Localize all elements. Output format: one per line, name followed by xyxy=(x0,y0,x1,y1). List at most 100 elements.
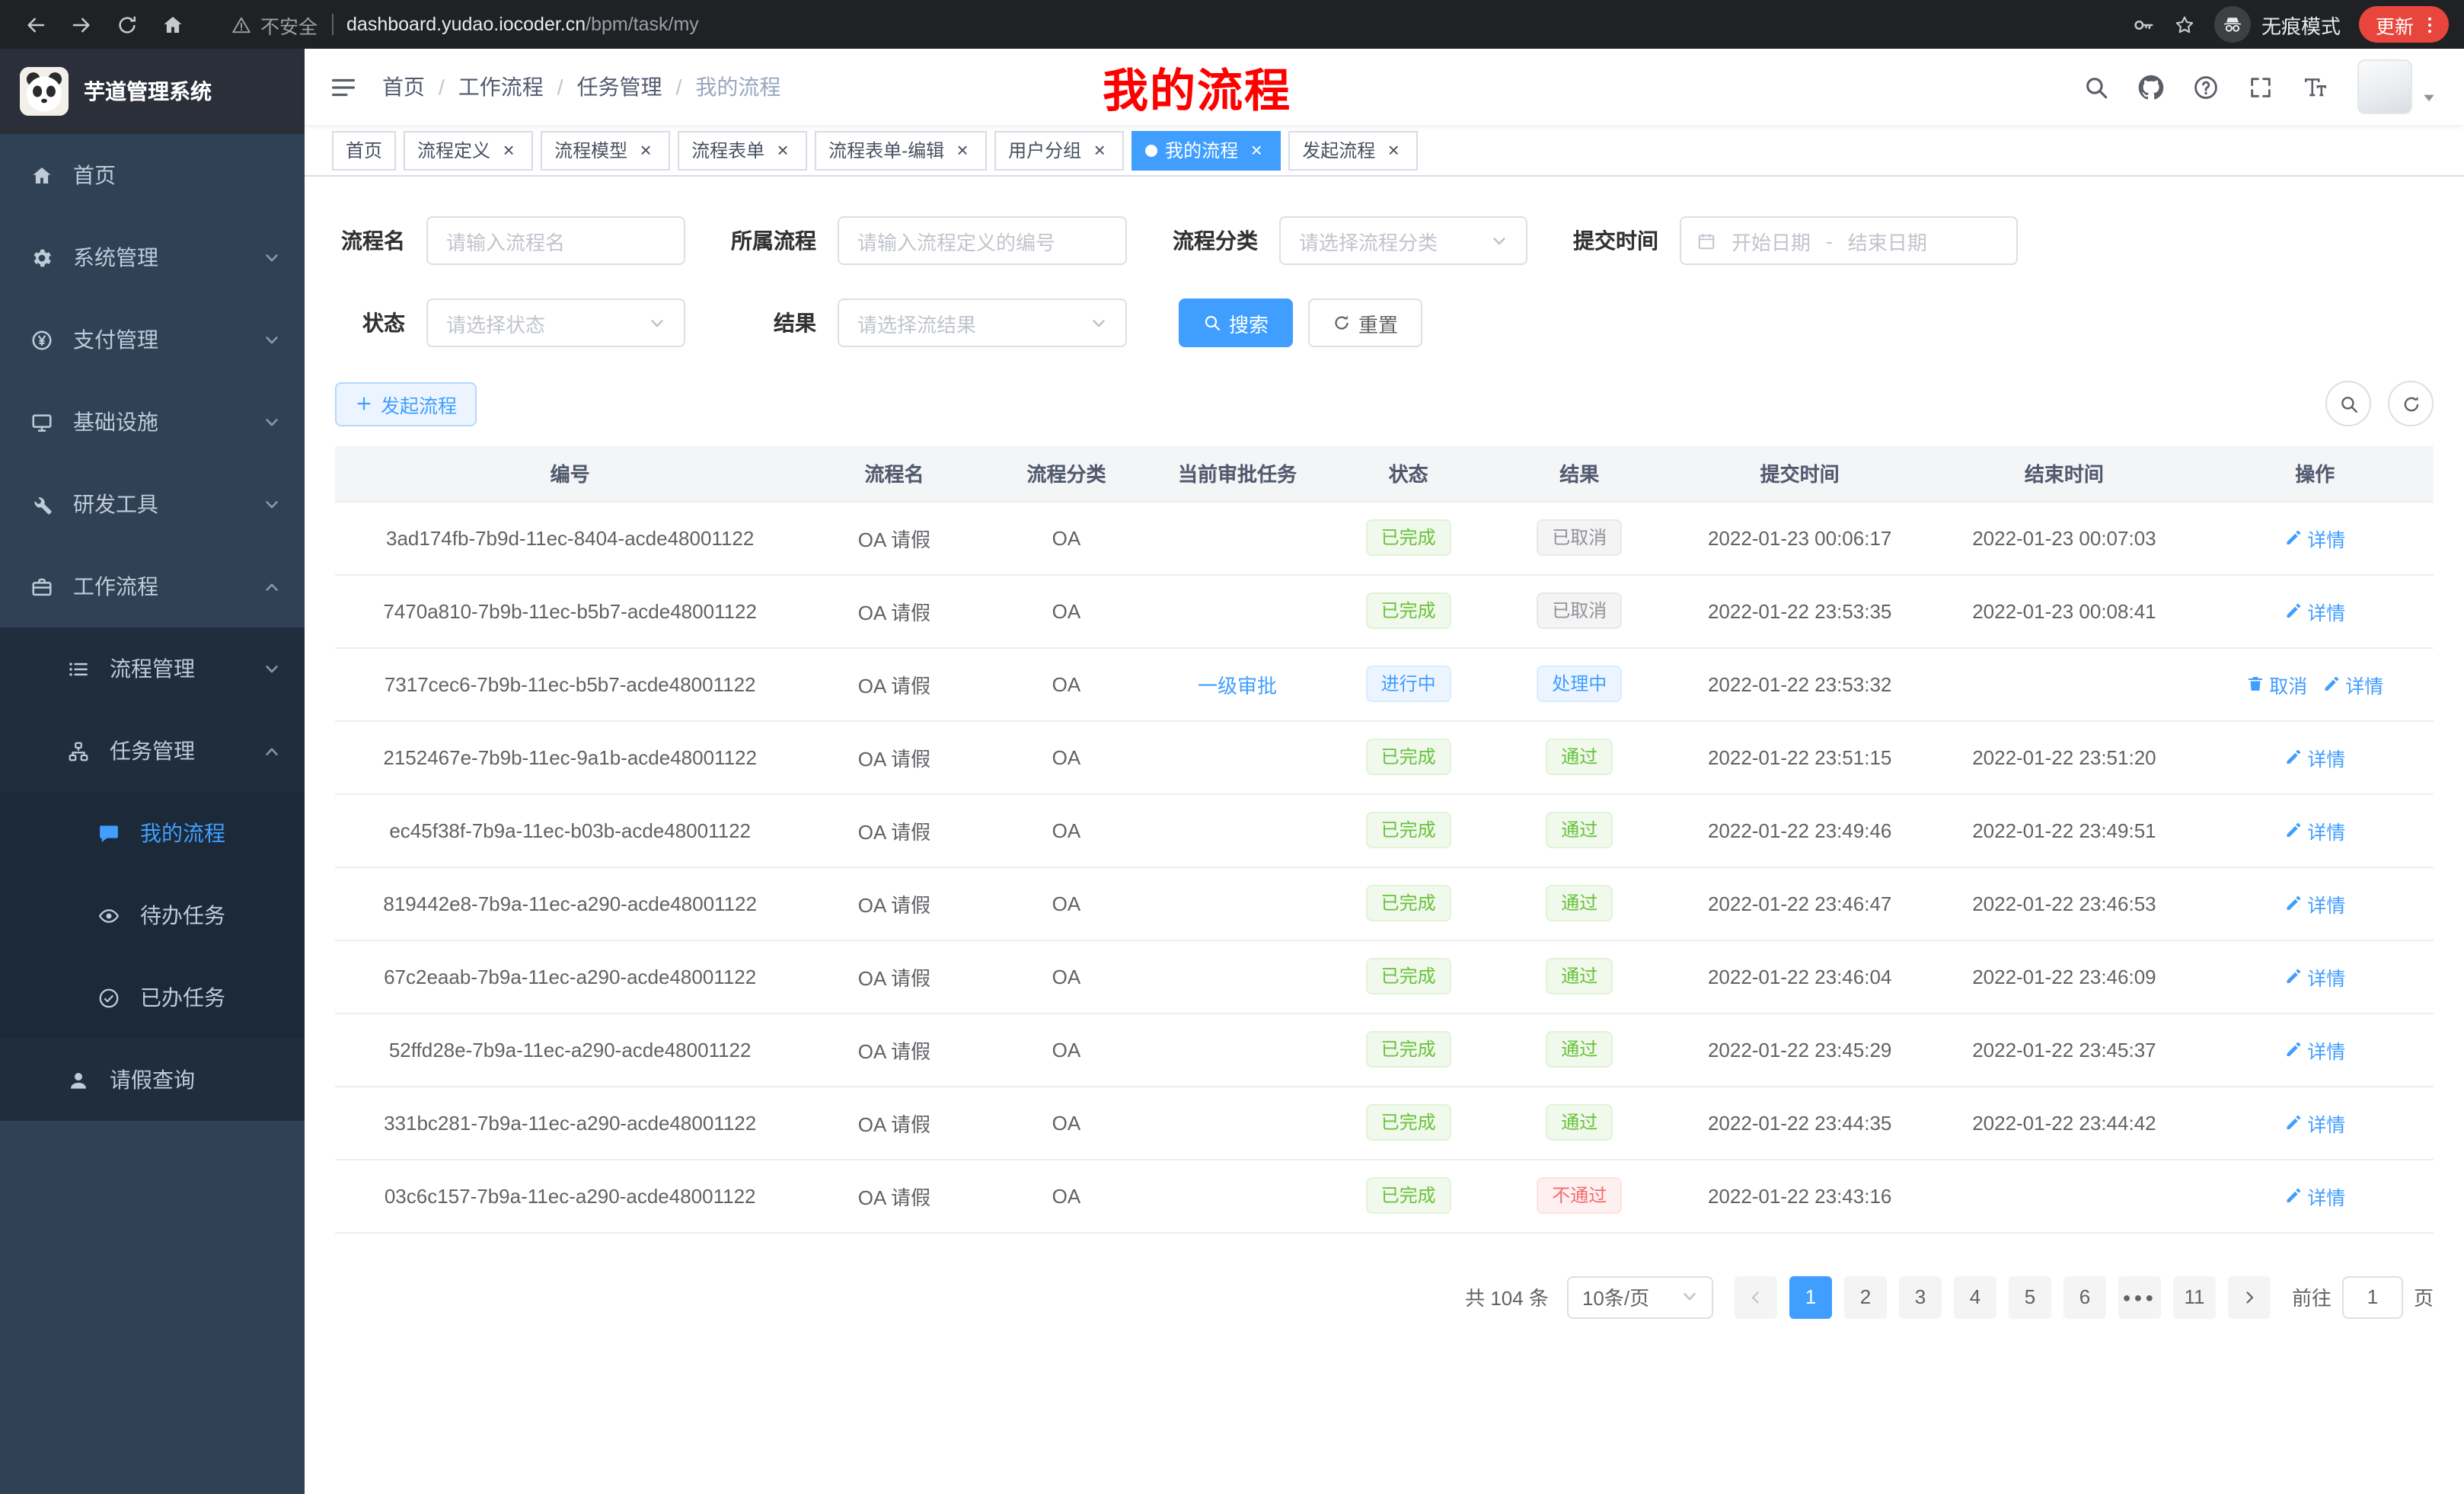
tab-close-icon[interactable]: × xyxy=(1246,139,1267,161)
goto-page-input[interactable] xyxy=(2342,1275,2403,1318)
next-page-button[interactable] xyxy=(2228,1275,2271,1318)
page-button-11[interactable]: 11 xyxy=(2173,1275,2216,1318)
tab-5[interactable]: 用户分组 × xyxy=(994,130,1124,170)
cell-result: 通过 xyxy=(1492,940,1668,1013)
tab-4[interactable]: 流程表单-编辑× xyxy=(815,130,987,170)
sidebar-item-task-management[interactable]: 任务管理 xyxy=(0,710,305,792)
cancel-link[interactable]: 取消 xyxy=(2246,669,2307,698)
submit-time-range-input[interactable]: 开始日期 - 结束日期 xyxy=(1680,216,2018,265)
cell-process-name: OA 请假 xyxy=(805,647,983,720)
reset-button[interactable]: 重置 xyxy=(1308,298,1422,347)
detail-link[interactable]: 详情 xyxy=(2284,1108,2345,1137)
detail-link[interactable]: 详情 xyxy=(2284,742,2345,771)
tab-close-icon[interactable]: × xyxy=(1383,139,1404,161)
tab-close-icon[interactable]: × xyxy=(635,139,656,161)
refresh-table-button[interactable] xyxy=(2388,381,2434,426)
breadcrumb-item[interactable]: 首页 xyxy=(382,72,425,102)
breadcrumb-item[interactable]: 任务管理 xyxy=(577,72,662,102)
sidebar-item-payment[interactable]: 支付管理 xyxy=(0,298,305,381)
cell-status: 已完成 xyxy=(1326,574,1492,647)
tree-icon xyxy=(67,739,90,762)
password-key-icon[interactable] xyxy=(2132,13,2155,36)
tab-close-icon[interactable]: × xyxy=(952,139,973,161)
header-search-icon[interactable] xyxy=(2083,74,2109,100)
page-size-select[interactable]: 10条/页 xyxy=(1567,1275,1713,1318)
fullscreen-icon[interactable] xyxy=(2248,74,2274,100)
prev-page-button[interactable] xyxy=(1735,1275,1777,1318)
tab-close-icon[interactable]: × xyxy=(772,139,793,161)
browser-home-button[interactable] xyxy=(152,5,192,44)
cell-category: OA xyxy=(984,793,1150,867)
sidebar-item-done-tasks[interactable]: 已办任务 xyxy=(0,956,305,1039)
toggle-search-button[interactable] xyxy=(2325,381,2371,426)
user-avatar[interactable] xyxy=(2357,59,2437,114)
detail-link[interactable]: 详情 xyxy=(2284,962,2345,991)
belong-process-input[interactable]: 请输入流程定义的编号 xyxy=(838,216,1127,265)
tab-0[interactable]: 首页 xyxy=(332,130,396,170)
sidebar-item-my-process[interactable]: 我的流程 xyxy=(0,792,305,874)
process-name-input[interactable]: 请输入流程名 xyxy=(426,216,685,265)
detail-link[interactable]: 详情 xyxy=(2284,1035,2345,1064)
tab-6[interactable]: 我的流程× xyxy=(1131,130,1281,170)
status-select[interactable]: 请选择状态 xyxy=(426,298,685,347)
font-size-icon[interactable] xyxy=(2303,74,2328,100)
detail-link[interactable]: 详情 xyxy=(2284,889,2345,918)
browser-forward-button[interactable] xyxy=(61,5,101,44)
page-button-6[interactable]: 6 xyxy=(2063,1275,2106,1318)
pagination-ellipsis[interactable]: ●●● xyxy=(2118,1275,2161,1318)
detail-link[interactable]: 详情 xyxy=(2284,523,2345,552)
browser-reload-button[interactable] xyxy=(107,5,146,44)
tab-2[interactable]: 流程模型× xyxy=(541,130,670,170)
tab-close-icon[interactable]: × xyxy=(1089,139,1110,161)
detail-link[interactable]: 详情 xyxy=(2284,596,2345,625)
detail-link[interactable]: 详情 xyxy=(2284,1181,2345,1210)
result-select[interactable]: 请选择流结果 xyxy=(838,298,1127,347)
bookmark-star-icon[interactable] xyxy=(2173,13,2196,36)
breadcrumb-item[interactable]: 工作流程 xyxy=(458,72,544,102)
page-button-2[interactable]: 2 xyxy=(1844,1275,1887,1318)
page-button-4[interactable]: 4 xyxy=(1954,1275,1996,1318)
detail-link[interactable]: 详情 xyxy=(2284,816,2345,844)
browser-update-button[interactable]: 更新 xyxy=(2359,6,2449,43)
sidebar-item-dev-tools[interactable]: 研发工具 xyxy=(0,463,305,545)
address-bar[interactable]: 不安全 dashboard.yudao.iocoder.cn/bpm/task/… xyxy=(231,10,2108,39)
github-icon[interactable] xyxy=(2138,74,2164,100)
create-process-button[interactable]: 发起流程 xyxy=(335,381,477,426)
search-button[interactable]: 搜索 xyxy=(1179,298,1293,347)
sidebar-item-leave-query[interactable]: 请假查询 xyxy=(0,1039,305,1121)
sidebar-item-infrastructure[interactable]: 基础设施 xyxy=(0,381,305,463)
detail-link[interactable]: 详情 xyxy=(2322,669,2383,698)
sidebar-item-home[interactable]: 首页 xyxy=(0,134,305,216)
page-button-3[interactable]: 3 xyxy=(1899,1275,1942,1318)
table-row: 331bc281-7b9a-11ec-a290-acde48001122OA 请… xyxy=(335,1086,2434,1159)
cell-actions: 详情 xyxy=(2197,793,2434,867)
sidebar-item-system[interactable]: 系统管理 xyxy=(0,216,305,298)
tab-3[interactable]: 流程表单× xyxy=(678,130,807,170)
page-button-1[interactable]: 1 xyxy=(1789,1275,1832,1318)
tab-close-icon[interactable]: × xyxy=(498,139,519,161)
table-row: 52ffd28e-7b9a-11ec-a290-acde48001122OA 请… xyxy=(335,1013,2434,1086)
result-tag: 不通过 xyxy=(1537,1177,1622,1214)
sidebar-item-todo-tasks[interactable]: 待办任务 xyxy=(0,874,305,956)
page-button-5[interactable]: 5 xyxy=(2009,1275,2051,1318)
help-icon[interactable] xyxy=(2193,74,2219,100)
tab-1[interactable]: 流程定义× xyxy=(404,130,533,170)
browser-back-button[interactable] xyxy=(15,5,55,44)
sidebar-item-workflow[interactable]: 工作流程 xyxy=(0,545,305,627)
cell-end-time: 2022-01-22 23:46:09 xyxy=(1932,940,2196,1013)
toolbar-right xyxy=(2325,381,2434,426)
app-logo[interactable]: 芋道管理系统 xyxy=(0,49,305,134)
current-task-link[interactable]: 一级审批 xyxy=(1198,674,1277,697)
column-header: 当前审批任务 xyxy=(1149,446,1326,501)
column-header: 结束时间 xyxy=(1932,446,2196,501)
category-select[interactable]: 请选择流程分类 xyxy=(1279,216,1527,265)
sidebar-item-process-management[interactable]: 流程管理 xyxy=(0,627,305,710)
yen-icon xyxy=(30,328,53,351)
cell-actions: 详情 xyxy=(2197,501,2434,574)
tab-label: 用户分组 xyxy=(1008,137,1081,163)
cell-category: OA xyxy=(984,720,1150,793)
hamburger-menu-icon[interactable] xyxy=(329,72,358,101)
tab-7[interactable]: 发起流程× xyxy=(1288,130,1418,170)
range-separator: - xyxy=(1826,229,1833,252)
action-label: 详情 xyxy=(2307,962,2345,991)
